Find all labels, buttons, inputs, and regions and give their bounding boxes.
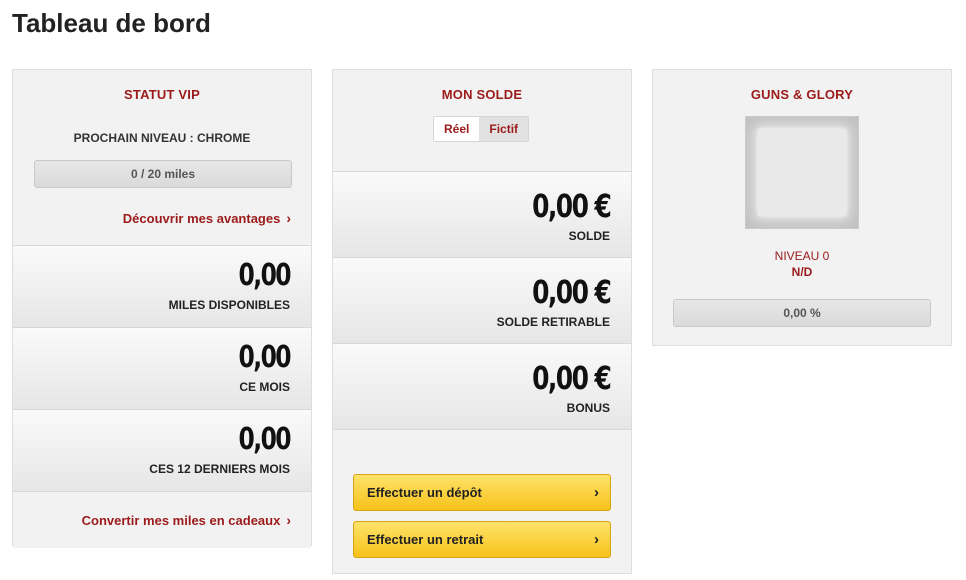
- vip-progress-bar: 0 / 20 miles: [34, 160, 292, 188]
- stat-value: 0,00 €: [531, 187, 612, 225]
- stat-label: CE MOIS: [239, 380, 290, 394]
- chevron-right-icon: ›: [594, 484, 599, 501]
- stat-last-12-months: 0,00 CES 12 DERNIERS MOIS: [13, 409, 311, 491]
- badge-placeholder-inner: [758, 129, 846, 216]
- vip-footer: Convertir mes miles en cadeaux ›: [13, 491, 311, 548]
- stat-value: 0,00: [238, 258, 291, 293]
- stat-this-month: 0,00 CE MOIS: [13, 327, 311, 409]
- stat-bonus: 0,00 € BONUS: [333, 343, 631, 429]
- stat-label: CES 12 DERNIERS MOIS: [149, 462, 290, 476]
- convert-miles-label: Convertir mes miles en cadeaux: [81, 513, 281, 528]
- discover-benefits-label: Découvrir mes avantages: [122, 211, 281, 226]
- guns-status: N/D: [791, 265, 813, 279]
- withdraw-button[interactable]: Effectuer un retrait ›: [353, 521, 611, 558]
- page-title: Tableau de bord: [12, 8, 211, 38]
- stat-available-miles: 0,00 MILES DISPONIBLES: [13, 245, 311, 327]
- balance-header: MON SOLDE Réel Fictif: [333, 70, 631, 171]
- stat-value: 0,00: [238, 422, 291, 457]
- chevron-right-icon: ›: [286, 512, 291, 528]
- chevron-right-icon: ›: [594, 531, 599, 548]
- withdraw-label: Effectuer un retrait: [367, 532, 484, 547]
- convert-miles-link[interactable]: Convertir mes miles en cadeaux ›: [82, 512, 291, 528]
- badge-placeholder-image: [745, 116, 859, 229]
- vip-title: STATUT VIP: [124, 87, 200, 102]
- stat-label: SOLDE: [568, 229, 610, 243]
- stat-value: 0,00: [238, 340, 291, 375]
- stat-label: SOLDE RETIRABLE: [496, 315, 610, 329]
- tab-reel[interactable]: Réel: [434, 117, 480, 141]
- balance-title: MON SOLDE: [441, 87, 523, 102]
- chevron-right-icon: ›: [286, 210, 291, 226]
- balance-actions: Effectuer un dépôt › Effectuer un retrai…: [333, 429, 631, 575]
- deposit-button[interactable]: Effectuer un dépôt ›: [353, 474, 611, 511]
- stat-value: 0,00 €: [531, 273, 612, 311]
- guns-progress-text: 0,00 %: [783, 306, 821, 320]
- guns-title: GUNS & GLORY: [750, 87, 854, 102]
- guns-level: NIVEAU 0: [774, 249, 830, 263]
- balance-tabs: Réel Fictif: [433, 116, 530, 142]
- next-level-label: PROCHAIN NIVEAU : CHROME: [73, 131, 251, 145]
- stat-label: BONUS: [566, 401, 610, 415]
- balance-card: MON SOLDE Réel Fictif 0,00 € SOLDE 0,00 …: [332, 69, 632, 574]
- stat-label: MILES DISPONIBLES: [168, 298, 290, 312]
- stat-value: 0,00 €: [531, 359, 612, 397]
- guns-glory-card: GUNS & GLORY NIVEAU 0 N/D 0,00 %: [652, 69, 952, 346]
- vip-progress-text: 0 / 20 miles: [130, 167, 196, 181]
- stat-balance: 0,00 € SOLDE: [333, 171, 631, 257]
- stat-withdrawable: 0,00 € SOLDE RETIRABLE: [333, 257, 631, 343]
- vip-status-card: STATUT VIP PROCHAIN NIVEAU : CHROME 0 / …: [12, 69, 312, 548]
- deposit-label: Effectuer un dépôt: [367, 485, 482, 500]
- vip-header: STATUT VIP PROCHAIN NIVEAU : CHROME 0 / …: [13, 70, 311, 245]
- discover-benefits-link[interactable]: Découvrir mes avantages ›: [123, 210, 291, 226]
- tab-fictif[interactable]: Fictif: [479, 117, 529, 141]
- guns-progress-bar: 0,00 %: [673, 299, 931, 327]
